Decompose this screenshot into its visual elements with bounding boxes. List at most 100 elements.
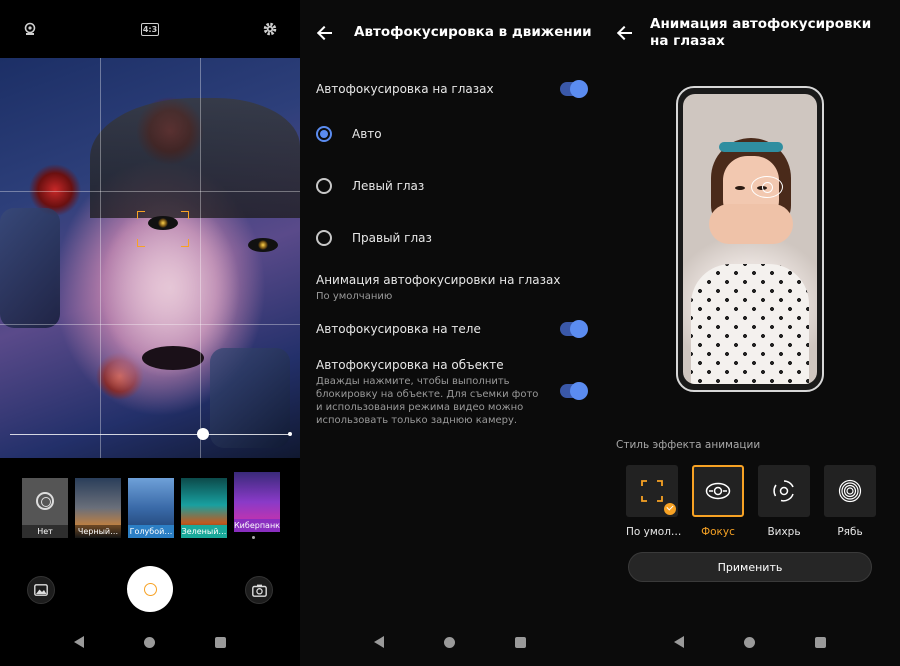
filter-label: Голубой… xyxy=(128,525,174,538)
preview-subject-eye xyxy=(735,186,745,190)
preview-subject-dress xyxy=(691,264,809,384)
style-tile[interactable] xyxy=(824,465,876,517)
recents-square-icon[interactable] xyxy=(215,636,226,648)
preview-photo xyxy=(683,94,817,384)
style-tile-selected[interactable] xyxy=(692,465,744,517)
checkmark-icon xyxy=(664,503,676,515)
apply-button[interactable]: Применить xyxy=(628,552,872,582)
gallery-icon xyxy=(34,584,48,596)
filter-black[interactable]: Черный… xyxy=(75,478,121,538)
style-name: Рябь xyxy=(837,526,863,538)
eye-animation-value: По умолчанию xyxy=(316,291,393,302)
style-ripple[interactable]: Рябь xyxy=(824,465,876,538)
viewfinder-subject-hand xyxy=(0,208,60,328)
body-af-row[interactable]: Автофокусировка на теле xyxy=(316,320,588,340)
style-default[interactable]: По умол… xyxy=(626,465,682,538)
style-tile[interactable] xyxy=(758,465,810,517)
radio-label: Авто xyxy=(352,127,382,141)
eye-animation-label: Анимация автофокусировки на глазах xyxy=(316,273,561,287)
focus-brackets-icon xyxy=(641,480,663,502)
radio-right-eye[interactable]: Правый глаз xyxy=(316,230,586,248)
style-focus[interactable]: Фокус xyxy=(692,465,744,538)
home-circle-icon[interactable] xyxy=(744,636,755,648)
home-circle-icon[interactable] xyxy=(144,636,155,648)
filter-label: Зеленый… xyxy=(181,525,227,538)
flash-auto-icon[interactable] xyxy=(22,21,38,37)
grid-line xyxy=(0,191,300,192)
recents-square-icon[interactable] xyxy=(815,636,826,648)
eye-focus-animation-icon xyxy=(751,176,783,198)
page-title: Анимация автофокусировки на глазах xyxy=(650,16,872,49)
shutter-button[interactable] xyxy=(127,566,173,612)
gear-icon[interactable] xyxy=(262,21,278,37)
eye-af-label: Автофокусировка на глазах xyxy=(316,82,494,96)
autofocus-settings-screen: Автофокусировка в движении Автофокусиров… xyxy=(300,0,600,666)
radio-auto[interactable]: Авто xyxy=(316,126,586,144)
back-arrow-icon[interactable] xyxy=(318,26,332,40)
none-filter-icon xyxy=(36,492,54,510)
body-af-toggle[interactable] xyxy=(560,320,588,338)
ripple-icon xyxy=(838,479,862,503)
switch-camera-icon xyxy=(251,584,267,597)
style-swirl[interactable]: Вихрь xyxy=(758,465,810,538)
style-name-selected: Фокус xyxy=(701,526,735,538)
recents-square-icon[interactable] xyxy=(515,636,526,648)
eye-focus-icon xyxy=(705,482,731,500)
viewfinder-subject-lips xyxy=(142,346,204,370)
aspect-ratio-label: 4:3 xyxy=(140,22,160,36)
switch-camera-button[interactable] xyxy=(245,576,273,604)
body-af-label: Автофокусировка на теле xyxy=(316,322,481,336)
camera-viewfinder[interactable] xyxy=(0,58,300,458)
camera-screen: 4:3 Нет Черный… Голубой… Зеленый… Киберп… xyxy=(0,0,300,666)
object-af-row[interactable]: Автофокусировка на объекте Дважды нажмит… xyxy=(316,358,588,427)
preview-phone-frame xyxy=(676,86,824,392)
zoom-slider-track[interactable] xyxy=(10,434,290,435)
eye-focus-frame xyxy=(137,211,189,247)
style-name: По умол… xyxy=(626,526,682,538)
radio-label: Левый глаз xyxy=(352,179,425,193)
style-name: Вихрь xyxy=(767,526,801,538)
swirl-icon xyxy=(773,480,794,502)
app-bar: Автофокусировка в движении xyxy=(300,0,600,66)
system-nav-bar xyxy=(600,618,900,666)
grid-line xyxy=(100,58,101,458)
viewfinder-subject-hand xyxy=(210,348,290,448)
viewfinder-subject-headpiece xyxy=(90,98,300,218)
object-af-label: Автофокусировка на объекте xyxy=(316,358,504,372)
page-title: Автофокусировка в движении xyxy=(354,24,592,40)
back-arrow-icon[interactable] xyxy=(618,26,632,40)
back-triangle-icon[interactable] xyxy=(674,636,684,648)
filter-none[interactable]: Нет xyxy=(22,478,68,538)
radio-left-eye[interactable]: Левый глаз xyxy=(316,178,586,196)
home-circle-icon[interactable] xyxy=(444,636,455,648)
eye-af-row[interactable]: Автофокусировка на глазах xyxy=(316,80,588,100)
radio-button[interactable] xyxy=(316,178,332,194)
gallery-button[interactable] xyxy=(27,576,55,604)
grid-line xyxy=(200,58,201,458)
system-nav-bar xyxy=(300,618,600,666)
style-section-label: Стиль эффекта анимации xyxy=(616,439,761,451)
style-tile[interactable] xyxy=(626,465,678,517)
eye-af-animation-screen: Анимация автофокусировки на глазах Стиль… xyxy=(600,0,900,666)
back-triangle-icon[interactable] xyxy=(374,636,384,648)
zoom-slider-handle[interactable] xyxy=(197,428,210,440)
filter-blue[interactable]: Голубой… xyxy=(128,478,174,538)
radio-button[interactable] xyxy=(316,230,332,246)
aspect-ratio-button[interactable]: 4:3 xyxy=(140,21,160,37)
object-af-toggle[interactable] xyxy=(560,382,588,400)
filter-label: Нет xyxy=(22,525,68,538)
filter-cyberpunk[interactable]: Киберпанк xyxy=(234,472,280,532)
preview-subject-headband xyxy=(719,142,783,152)
radio-button-selected[interactable] xyxy=(316,126,332,142)
selected-filter-indicator xyxy=(252,536,255,539)
object-af-description: Дважды нажмите, чтобы выполнить блокиров… xyxy=(316,376,539,426)
viewfinder-subject-eye xyxy=(248,238,278,252)
filter-green[interactable]: Зеленый… xyxy=(181,478,227,538)
filter-strip: Нет Черный… Голубой… Зеленый… Киберпанк xyxy=(22,472,282,548)
eye-af-toggle[interactable] xyxy=(560,80,588,98)
back-triangle-icon[interactable] xyxy=(74,636,84,648)
animation-style-options: По умол… Фокус Вихрь Рябь xyxy=(626,465,876,538)
camera-top-bar: 4:3 xyxy=(0,0,300,58)
eye-animation-row[interactable]: Анимация автофокусировки на глазах По ум… xyxy=(316,273,586,303)
system-nav-bar xyxy=(0,618,300,666)
